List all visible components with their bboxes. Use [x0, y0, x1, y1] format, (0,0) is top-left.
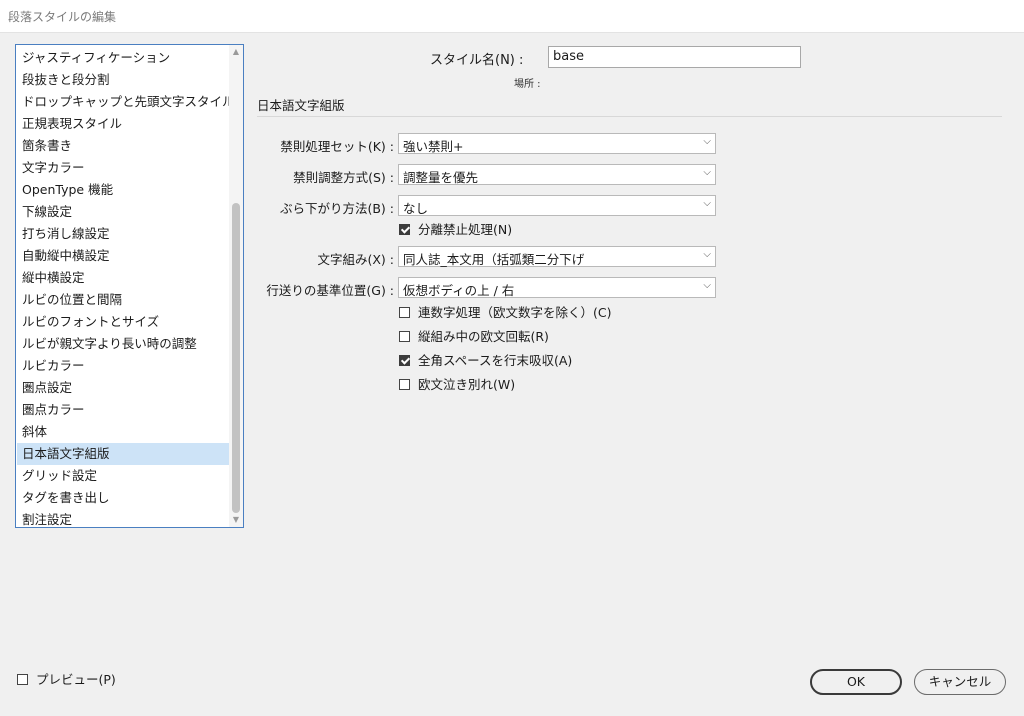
list-item-export-tagging[interactable]: タグを書き出し [17, 487, 231, 509]
location-label: 場所 : [514, 79, 541, 90]
bunri-checkbox-row[interactable]: 分離禁止処理(N) [399, 221, 599, 239]
zenkaku-space-label: 全角スペースを行末吸収(A) [418, 353, 573, 368]
list-item-opentype[interactable]: OpenType 機能 [17, 179, 231, 201]
list-item-justification[interactable]: ジャスティフィケーション [17, 47, 231, 69]
list-item-strikethrough[interactable]: 打ち消し線設定 [17, 223, 231, 245]
category-list[interactable]: ジャスティフィケーション 段抜きと段分割 ドロップキャップと先頭文字スタイル 正… [15, 44, 244, 528]
list-item-kenten-color[interactable]: 圏点カラー [17, 399, 231, 421]
chevron-down-icon: ⌵ [703, 249, 711, 260]
hanging-value: なし [403, 201, 429, 216]
style-name-label: スタイル名(N) : [430, 53, 524, 68]
window-title: 段落スタイルの編集 [8, 10, 117, 24]
rotate-checkbox-row[interactable]: 縦組み中の欧文回転(R) [399, 328, 599, 346]
list-item-ruby-position[interactable]: ルビの位置と間隔 [17, 289, 231, 311]
chevron-down-icon[interactable]: ▼ [229, 513, 243, 527]
bunri-label: 分離禁止処理(N) [418, 222, 513, 237]
list-item-grid[interactable]: グリッド設定 [17, 465, 231, 487]
list-scrollbar[interactable]: ▲ ▼ [229, 45, 243, 527]
list-item-ruby-overhang[interactable]: ルビが親文字より長い時の調整 [17, 333, 231, 355]
baseline-value: 仮想ボディの上 / 右 [403, 283, 515, 298]
section-divider [257, 116, 1002, 117]
renji-label: 連数字処理（欧文数字を除く）(C) [418, 305, 612, 320]
section-title: 日本語文字組版 [257, 98, 345, 113]
list-item-bullets[interactable]: 箇条書き [17, 135, 231, 157]
list-item-warichu[interactable]: 割注設定 [17, 509, 231, 527]
preview-label: プレビュー(P) [36, 672, 116, 687]
chevron-down-icon: ⌵ [703, 198, 711, 209]
oubun-break-checkbox[interactable] [399, 379, 410, 390]
list-item-ruby-color[interactable]: ルビカラー [17, 355, 231, 377]
mojikumi-label: 文字組み(X) : [317, 252, 394, 267]
zenkaku-space-checkbox-row[interactable]: 全角スペースを行末吸収(A) [399, 352, 599, 370]
kinsoku-set-label: 禁則処理セット(K) : [280, 139, 394, 154]
kinsoku-adjust-select[interactable]: 調整量を優先 ⌵ [398, 164, 716, 185]
chevron-down-icon: ⌵ [703, 280, 711, 291]
list-item-kenten[interactable]: 圏点設定 [17, 377, 231, 399]
kinsoku-set-value: 強い禁則+ [403, 139, 464, 154]
mojikumi-select[interactable]: 同人誌_本文用（括弧類二分下げ ⌵ [398, 246, 716, 267]
oubun-break-label: 欧文泣き別れ(W) [418, 377, 516, 392]
rotate-label: 縦組み中の欧文回転(R) [418, 329, 549, 344]
baseline-label: 行送りの基準位置(G) : [266, 283, 394, 298]
oubun-break-checkbox-row[interactable]: 欧文泣き別れ(W) [399, 376, 599, 394]
kinsoku-adjust-label: 禁則調整方式(S) : [293, 170, 394, 185]
list-item-span-columns[interactable]: 段抜きと段分割 [17, 69, 231, 91]
chevron-down-icon: ⌵ [703, 136, 711, 147]
preview-checkbox-row[interactable]: プレビュー(P) [17, 671, 137, 689]
chevron-down-icon: ⌵ [703, 167, 711, 178]
hanging-label: ぶら下がり方法(B) : [279, 201, 394, 216]
ok-button[interactable]: OK [810, 669, 902, 695]
list-item-japanese-composition[interactable]: 日本語文字組版 [17, 443, 231, 465]
list-item-auto-tcy[interactable]: 自動縦中横設定 [17, 245, 231, 267]
list-item-grep-styles[interactable]: 正規表現スタイル [17, 113, 231, 135]
scroll-thumb[interactable] [232, 203, 240, 513]
mojikumi-value: 同人誌_本文用（括弧類二分下げ [403, 252, 585, 267]
list-item-underline[interactable]: 下線設定 [17, 201, 231, 223]
rotate-checkbox[interactable] [399, 331, 410, 342]
renji-checkbox-row[interactable]: 連数字処理（欧文数字を除く）(C) [399, 304, 639, 322]
list-item-drop-caps[interactable]: ドロップキャップと先頭文字スタイル [17, 91, 231, 113]
title-bar: 段落スタイルの編集 [0, 0, 1024, 33]
cancel-button[interactable]: キャンセル [914, 669, 1006, 695]
list-item-italic[interactable]: 斜体 [17, 421, 231, 443]
preview-checkbox[interactable] [17, 674, 28, 685]
list-item-character-color[interactable]: 文字カラー [17, 157, 231, 179]
zenkaku-space-checkbox[interactable] [399, 355, 410, 366]
list-item-ruby-font[interactable]: ルビのフォントとサイズ [17, 311, 231, 333]
hanging-select[interactable]: なし ⌵ [398, 195, 716, 216]
kinsoku-adjust-value: 調整量を優先 [403, 170, 479, 185]
style-name-input[interactable]: base [548, 46, 801, 68]
baseline-select[interactable]: 仮想ボディの上 / 右 ⌵ [398, 277, 716, 298]
bunri-checkbox[interactable] [399, 224, 410, 235]
renji-checkbox[interactable] [399, 307, 410, 318]
chevron-up-icon[interactable]: ▲ [229, 45, 243, 59]
kinsoku-set-select[interactable]: 強い禁則+ ⌵ [398, 133, 716, 154]
list-item-tcy[interactable]: 縦中横設定 [17, 267, 231, 289]
